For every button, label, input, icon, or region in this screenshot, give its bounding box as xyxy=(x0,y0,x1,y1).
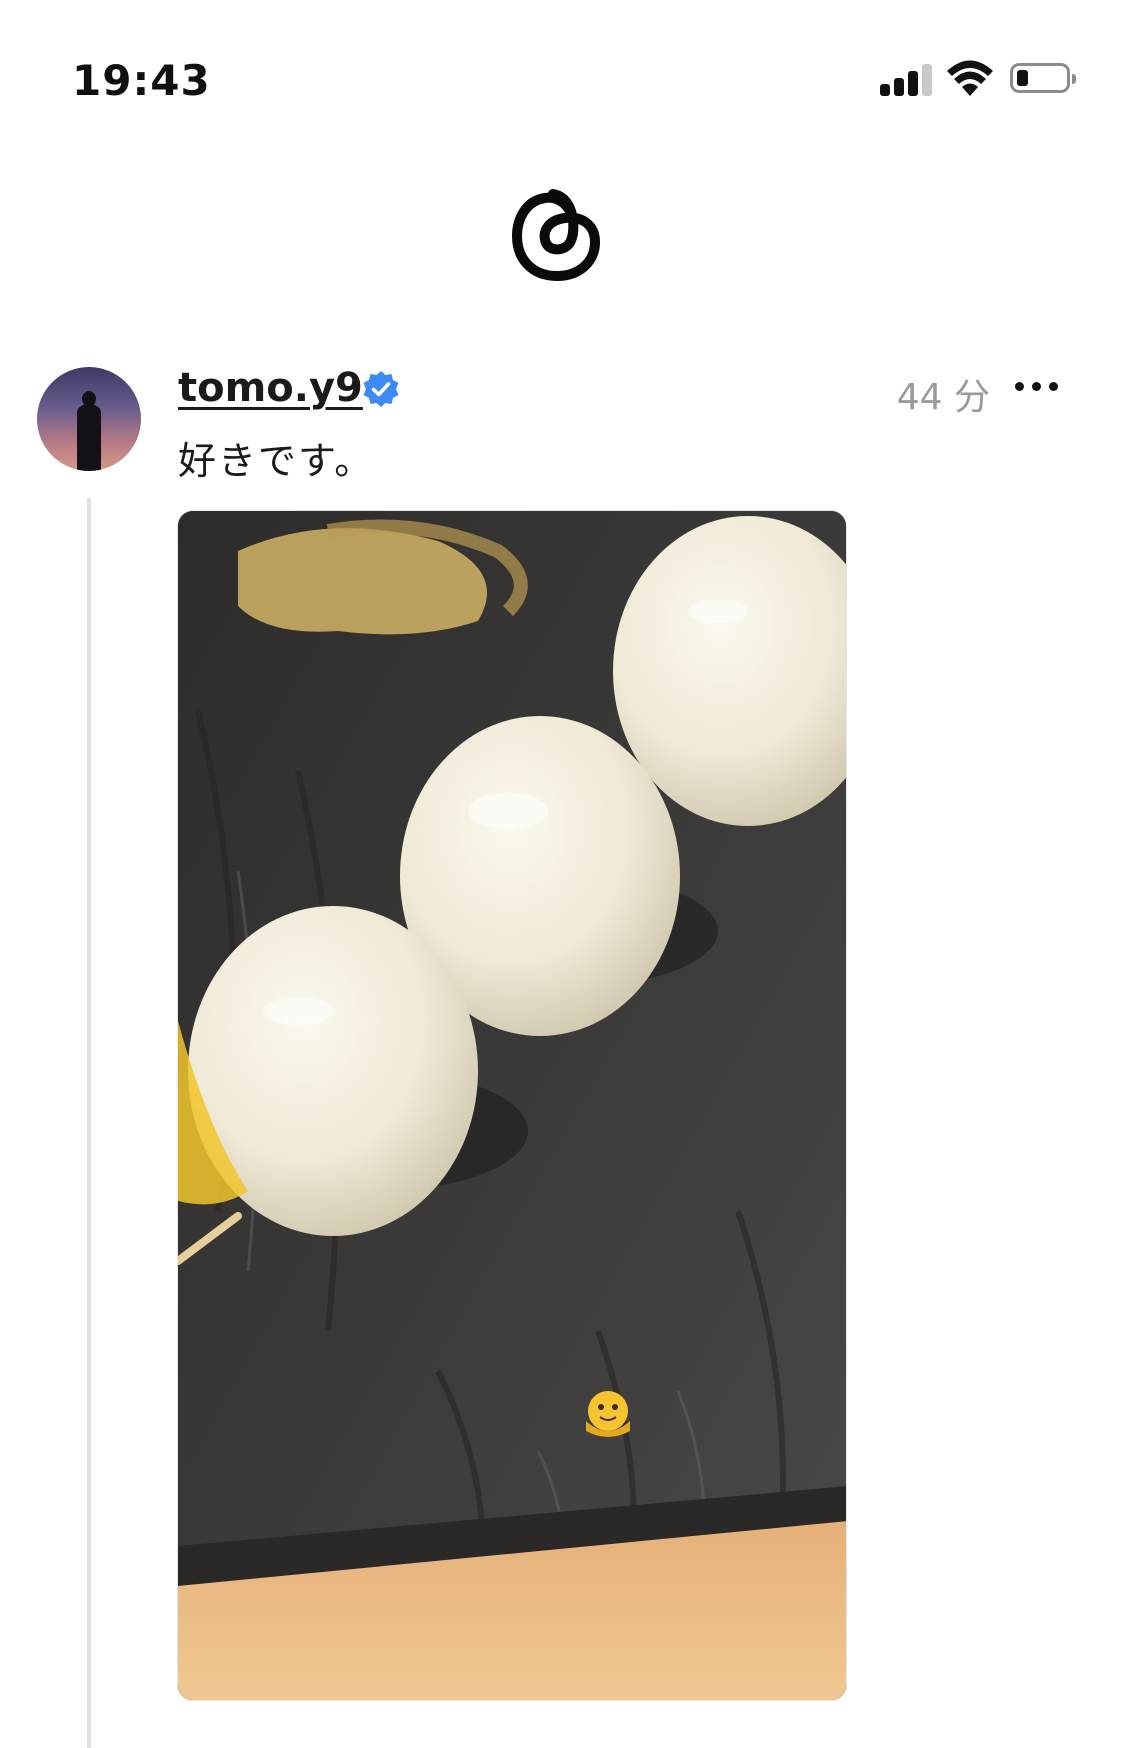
avatar-person-silhouette xyxy=(75,389,103,471)
post-text: 好きです。 xyxy=(178,439,375,483)
verified-badge-icon xyxy=(363,371,399,407)
battery-icon xyxy=(1010,63,1070,93)
battery-tip xyxy=(1072,74,1076,84)
threads-logo-icon[interactable] xyxy=(507,180,607,285)
post-photo[interactable] xyxy=(177,510,847,1701)
cellular-signal-icon xyxy=(880,62,934,96)
more-horizontal-icon xyxy=(1015,382,1024,391)
status-bar: 19:43 xyxy=(0,0,1125,160)
more-options-button[interactable] xyxy=(1015,374,1063,398)
wifi-icon xyxy=(947,60,993,96)
post-photo-illustration xyxy=(178,511,846,1700)
username-link[interactable]: tomo.y9 xyxy=(178,365,363,411)
post-timestamp: 44 分 xyxy=(896,377,990,418)
avatar[interactable] xyxy=(37,367,141,471)
status-time: 19:43 xyxy=(72,56,211,105)
thread-line xyxy=(87,498,91,1748)
